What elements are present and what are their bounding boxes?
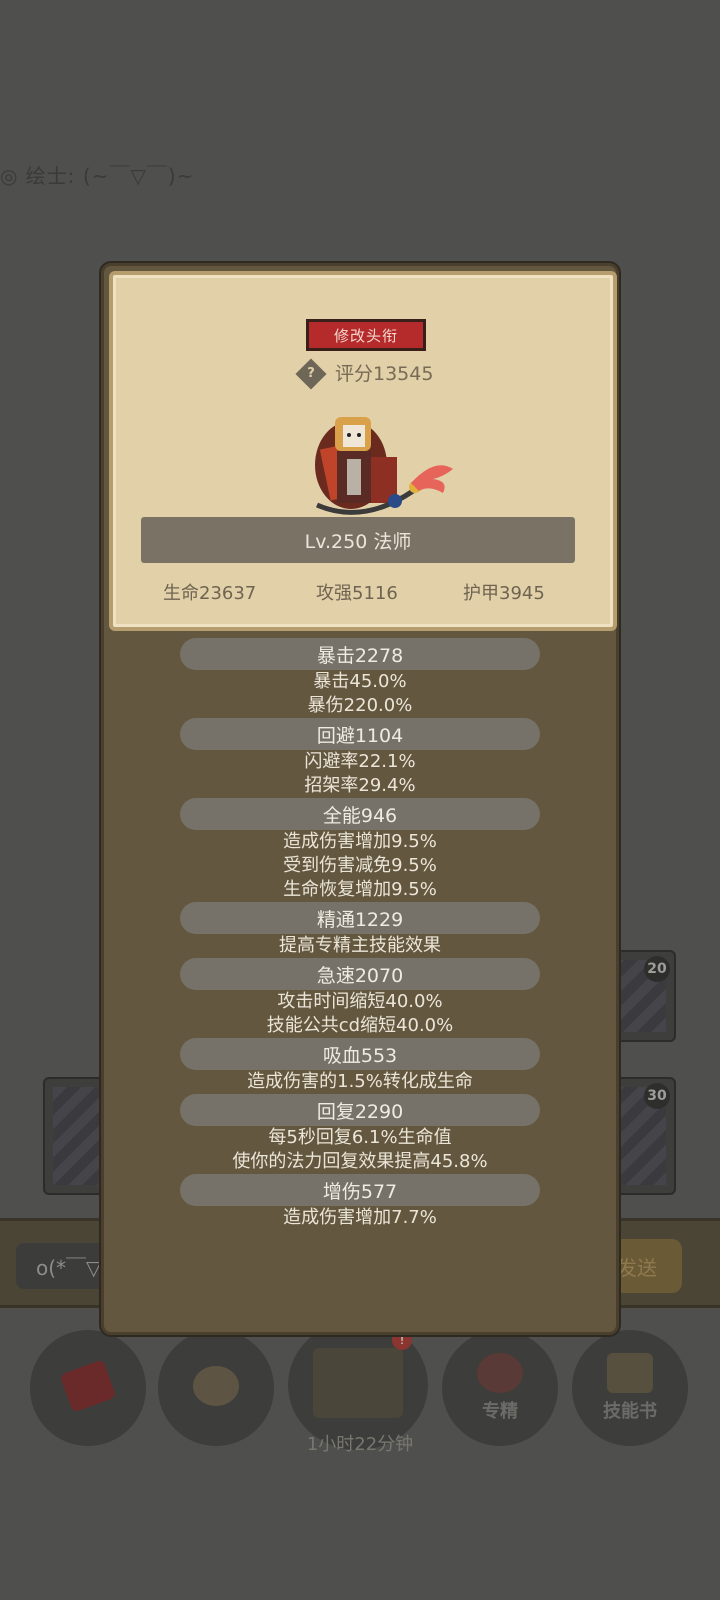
book-icon bbox=[607, 1353, 653, 1393]
chest-timer: 1小时22分钟 bbox=[306, 1434, 414, 1455]
character-sprite bbox=[315, 417, 453, 515]
slot-level-badge: 30 bbox=[644, 1083, 670, 1109]
nav-button-specialization[interactable]: 专精 bbox=[442, 1330, 558, 1446]
score-label: 评分13545 bbox=[335, 363, 434, 385]
stat-detail: 攻击时间缩短40.0% bbox=[277, 991, 443, 1012]
secondary-stats-list: 暴击2278 暴击45.0% 暴伤220.0% 回避1104 闪避率22.1% … bbox=[104, 638, 616, 1230]
stat-detail: 闪避率22.1% bbox=[304, 751, 416, 772]
chat-message: ◎ 绘士: (~￣▽￣)~ bbox=[0, 164, 195, 188]
stat-detail: 造成伤害增加9.5% bbox=[283, 831, 437, 852]
level-class-bar: Lv.250 法师 bbox=[141, 517, 575, 563]
equipment-art bbox=[53, 1087, 103, 1185]
stat-detail: 生命恢复增加9.5% bbox=[283, 879, 437, 900]
stat-header-damage-bonus: 增伤577 bbox=[180, 1174, 540, 1206]
stat-detail: 每5秒回复6.1%生命值 bbox=[268, 1127, 452, 1148]
stat-hp: 生命23637 bbox=[163, 583, 257, 604]
stat-header-regen: 回复2290 bbox=[180, 1094, 540, 1126]
stat-header-dodge: 回避1104 bbox=[180, 718, 540, 750]
stat-header-mastery: 精通1229 bbox=[180, 902, 540, 934]
stat-detail: 造成伤害的1.5%转化成生命 bbox=[247, 1071, 473, 1092]
target-arrow-icon bbox=[477, 1353, 523, 1393]
stat-detail: 技能公共cd缩短40.0% bbox=[266, 1015, 454, 1036]
stat-attack-power: 攻强5116 bbox=[316, 583, 398, 604]
character-stats-dialog: 修改头衔 ? 评分13545 Lv.250 法师 生命23637 攻强5116 … bbox=[101, 263, 619, 1335]
stat-detail: 使你的法力回复效果提高45.8% bbox=[232, 1151, 488, 1172]
nav-button-bread[interactable] bbox=[158, 1330, 274, 1446]
stat-detail: 提高专精主技能效果 bbox=[279, 935, 441, 956]
stat-header-haste: 急速2070 bbox=[180, 958, 540, 990]
stat-header-lifesteal: 吸血553 bbox=[180, 1038, 540, 1070]
potion-icon bbox=[59, 1359, 117, 1413]
stat-detail: 造成伤害增加7.7% bbox=[283, 1207, 437, 1228]
stat-header-crit: 暴击2278 bbox=[180, 638, 540, 670]
character-card: 修改头衔 ? 评分13545 Lv.250 法师 生命23637 攻强5116 … bbox=[109, 271, 617, 631]
stat-detail: 暴击45.0% bbox=[313, 671, 407, 692]
slot-level-badge: 20 bbox=[644, 956, 670, 982]
stat-detail: 受到伤害减免9.5% bbox=[283, 855, 437, 876]
stat-header-versatility: 全能946 bbox=[180, 798, 540, 830]
stat-armor: 护甲3945 bbox=[463, 583, 545, 604]
edit-title-button[interactable]: 修改头衔 bbox=[306, 319, 426, 351]
nav-button-potion[interactable] bbox=[30, 1330, 146, 1446]
stat-detail: 暴伤220.0% bbox=[307, 695, 413, 716]
help-icon[interactable]: ? bbox=[295, 358, 327, 390]
chest-icon bbox=[313, 1348, 403, 1418]
stat-detail: 招架率29.4% bbox=[304, 775, 416, 796]
bread-icon bbox=[193, 1366, 239, 1406]
nav-button-skillbook[interactable]: 技能书 bbox=[572, 1330, 688, 1446]
